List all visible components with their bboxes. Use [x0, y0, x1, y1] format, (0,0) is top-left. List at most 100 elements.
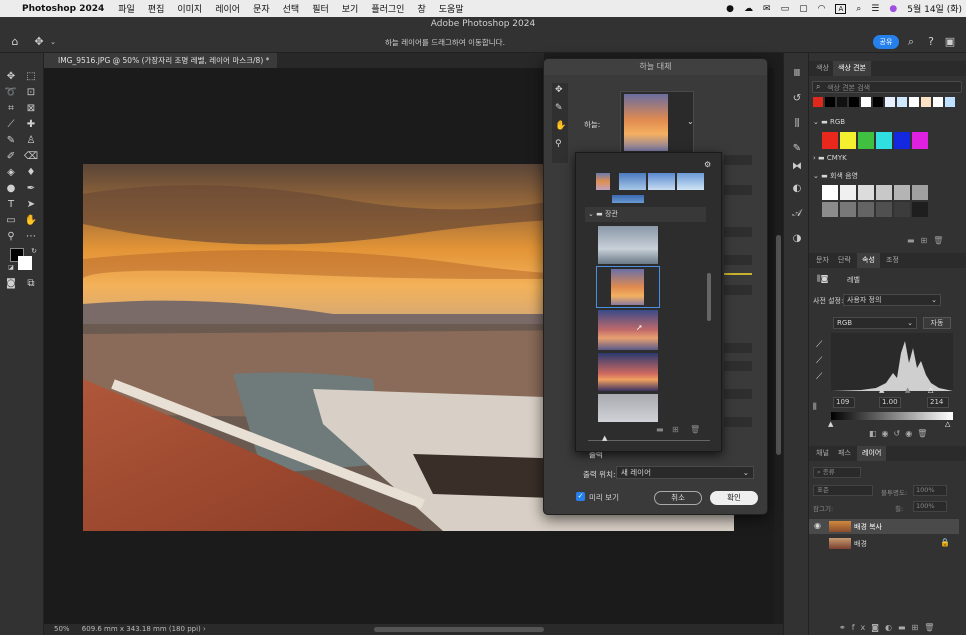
slider-field[interactable] [724, 417, 752, 427]
color-swatch[interactable] [945, 97, 955, 107]
input-gamma-field[interactable]: 1.00 [879, 397, 901, 408]
black-eyedropper-icon[interactable]: ⟋ [816, 340, 822, 350]
path-select-icon[interactable]: ➤ [23, 198, 39, 212]
picker-scrollbar[interactable] [707, 273, 711, 321]
color-swatch[interactable] [861, 97, 871, 107]
color-swatch[interactable] [858, 132, 874, 149]
cancel-button[interactable]: 취소 [654, 491, 702, 505]
histogram-icon[interactable]: ⫼ [791, 118, 803, 130]
quick-mask-icon[interactable]: ◙ [3, 277, 19, 291]
eraser-icon[interactable]: ⌫ [23, 150, 39, 164]
pen-tool-icon[interactable]: ✒ [23, 182, 39, 196]
tab-character[interactable]: 문자 [811, 253, 834, 268]
search-icon[interactable]: ⌕ [905, 36, 917, 48]
horizontal-scrollbar[interactable] [374, 627, 544, 632]
workspace-icon[interactable]: ▣ [944, 36, 956, 48]
color-swatch[interactable] [894, 202, 910, 217]
sky-folder-header[interactable]: ⌄ ▬ 장관 [585, 207, 706, 222]
swatches-footer-icons[interactable]: ▬⊞🗑 [907, 236, 949, 245]
input-gamma-handle[interactable]: ▲ [905, 386, 910, 394]
auto-button[interactable]: 자동 [923, 317, 951, 329]
sky-selector[interactable] [620, 91, 694, 153]
color-swatch[interactable] [897, 97, 907, 107]
brush-tool-icon[interactable]: ✎ [3, 134, 19, 148]
slider-field[interactable] [724, 361, 752, 371]
slider-field[interactable] [724, 155, 752, 165]
white-eyedropper-icon[interactable]: ⟋ [816, 372, 822, 382]
swatch-group-gray[interactable]: ⌄ ▬ 회색 음영 [813, 171, 858, 181]
tab-adjustments[interactable]: 조정 [881, 253, 904, 268]
tab-layers[interactable]: 레이어 [857, 446, 887, 461]
layers-footer-icons[interactable]: ⚭fx◙◐▬⊞🗑 [839, 623, 940, 632]
tab-swatches[interactable]: 색상 견본 [833, 61, 871, 76]
menu-window[interactable]: 창 [417, 2, 425, 15]
swatches-search[interactable]: ⌕ 색상 견본 검색 [812, 81, 962, 93]
hand-tool-icon[interactable]: ✋ [555, 121, 566, 131]
share-button[interactable]: 공유 [873, 35, 899, 49]
color-swatch[interactable] [822, 185, 838, 200]
hand-tool-icon[interactable]: ✋ [23, 214, 39, 228]
slider-field[interactable] [724, 255, 752, 265]
zoom-tool-icon[interactable]: ⚲ [555, 139, 562, 149]
tab-channels[interactable]: 채널 [811, 446, 834, 461]
menu-layer[interactable]: 레이어 [215, 2, 240, 15]
sky-thumb-dusk[interactable] [598, 353, 658, 391]
menu-file[interactable]: 파일 [118, 2, 135, 15]
app-menu[interactable]: Photoshop 2024 [22, 4, 104, 14]
wifi-icon[interactable]: ◠ [818, 4, 826, 14]
fill-field[interactable]: 100% [913, 501, 947, 512]
color-swatch[interactable] [840, 132, 856, 149]
tab-properties[interactable]: 속성 [857, 253, 880, 268]
color-swatch[interactable] [837, 97, 847, 107]
color-swatch[interactable] [825, 97, 835, 107]
recent-sky-thumb[interactable] [619, 173, 646, 190]
record-icon[interactable]: ● [726, 4, 734, 14]
more-tools-icon[interactable]: ⋯ [23, 230, 39, 244]
slider-field[interactable] [724, 343, 752, 353]
output-white-handle[interactable]: △ [945, 420, 950, 428]
color-swatch[interactable] [921, 97, 931, 107]
slider-field[interactable] [724, 285, 752, 295]
eyedropper-icon[interactable]: ⟋ [3, 118, 19, 132]
trash-icon[interactable]: 🗑 [690, 425, 700, 434]
channel-select[interactable]: RGB ⌄ [833, 317, 917, 329]
zoom-level[interactable]: 50% [54, 625, 70, 633]
input-white-field[interactable]: 214 [927, 397, 949, 408]
menu-image[interactable]: 이미지 [177, 2, 202, 15]
navigator-icon[interactable]: ◑ [791, 233, 803, 245]
menubar-date[interactable]: 5월 14일 (화) [907, 2, 962, 15]
color-swatch[interactable] [876, 202, 892, 217]
artboard-tool-icon[interactable]: ⬚ [23, 70, 39, 84]
color-swatch[interactable] [849, 97, 859, 107]
glyphs-icon[interactable]: 𝒜 [791, 208, 803, 220]
blur-tool-icon[interactable]: ♦ [23, 166, 39, 180]
document-tab[interactable]: IMG_9516.JPG @ 50% (가장자리 조명 레벨, 레이어 마스크/… [44, 53, 278, 68]
color-swatch[interactable] [840, 185, 856, 200]
color-swatch[interactable] [858, 185, 874, 200]
layer-row-background-copy[interactable]: ◉ 배경 복사 [809, 519, 959, 534]
blend-mode-select[interactable]: 표준 [813, 485, 873, 496]
background-color[interactable] [18, 256, 32, 270]
sky-thumb-cloudy[interactable] [598, 394, 658, 422]
sky-move-tool-icon[interactable]: ✥ [555, 85, 563, 95]
menu-filter[interactable]: 필터 [312, 2, 329, 15]
color-swatch[interactable] [858, 202, 874, 217]
color-swatch[interactable] [894, 132, 910, 149]
color-swatch[interactable] [912, 132, 928, 149]
type-tool-icon[interactable]: T [3, 198, 19, 212]
input-source-icon[interactable]: A [835, 3, 847, 14]
slider-field[interactable] [724, 185, 752, 195]
screen-mode-icon[interactable]: ⧉ [23, 277, 39, 291]
tab-paragraph[interactable]: 단락 [833, 253, 856, 268]
default-colors-icon[interactable]: ◪ [3, 261, 19, 275]
input-black-handle[interactable]: ▲ [879, 386, 884, 394]
color-swatch[interactable] [933, 97, 943, 107]
menu-help[interactable]: 도움말 [439, 2, 464, 15]
color-swatch[interactable] [822, 132, 838, 149]
menu-select[interactable]: 선택 [283, 2, 300, 15]
color-swatch[interactable] [873, 97, 883, 107]
layer-row-background[interactable]: 배경 🔒 [809, 536, 959, 551]
color-swatch[interactable] [876, 132, 892, 149]
display-icon[interactable]: ▭ [781, 4, 790, 14]
color-swatch[interactable] [813, 97, 823, 107]
